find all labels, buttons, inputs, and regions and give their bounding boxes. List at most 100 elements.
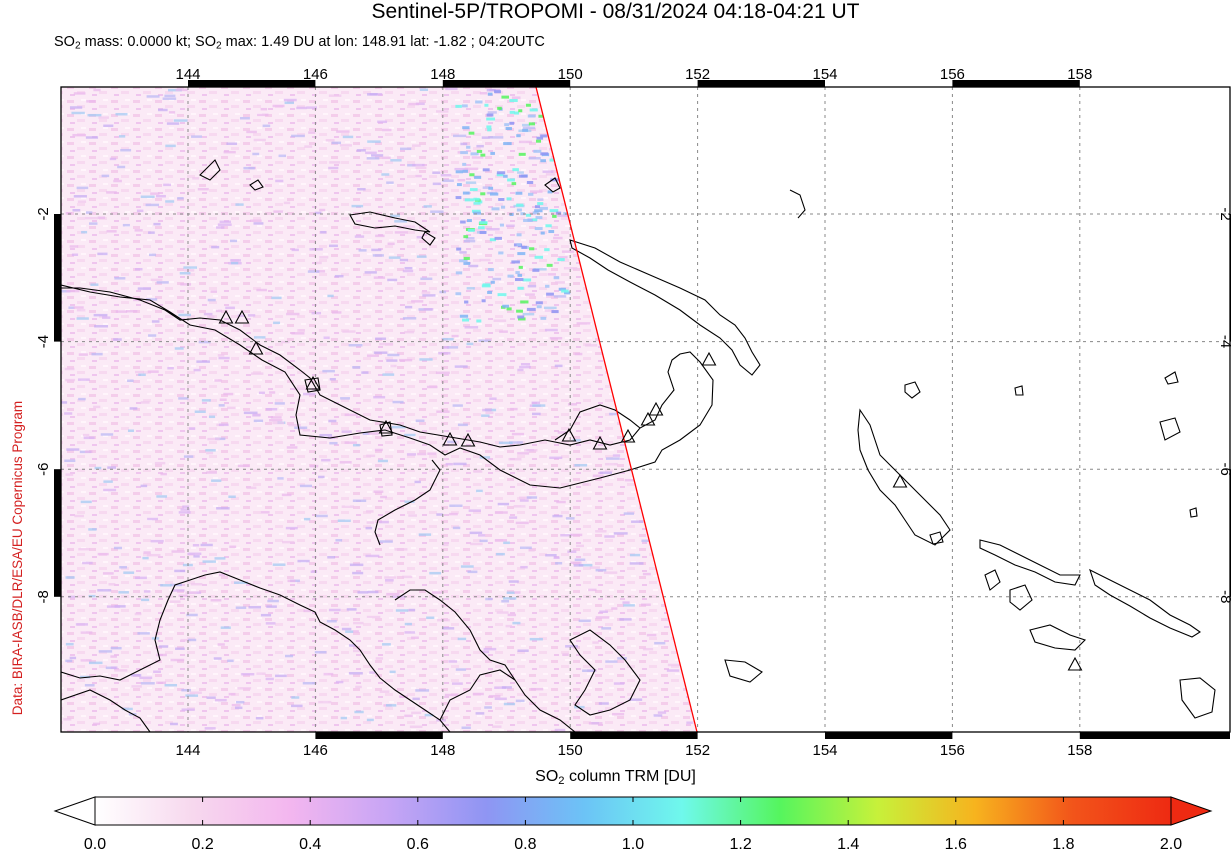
swath-pixel bbox=[619, 198, 631, 201]
swath-pixel bbox=[285, 526, 298, 530]
swath-pixel bbox=[625, 303, 639, 307]
swath-pixel bbox=[97, 252, 108, 256]
swath-pixel-high bbox=[478, 226, 485, 230]
swath-pixel bbox=[69, 245, 79, 248]
swath-pixel bbox=[515, 699, 525, 703]
swath-pixel bbox=[641, 539, 650, 543]
swath-area bbox=[61, 87, 697, 732]
swath-pixel bbox=[478, 534, 486, 537]
colorbar-tick-label: 1.0 bbox=[622, 836, 644, 853]
swath-pixel bbox=[207, 315, 215, 319]
swath-pixel bbox=[377, 459, 388, 463]
swath-pixel bbox=[531, 401, 541, 405]
swath-pixel bbox=[466, 342, 474, 346]
swath-pixel bbox=[149, 253, 156, 257]
swath-pixel bbox=[509, 516, 518, 519]
swath-pixel bbox=[331, 141, 342, 145]
swath-pixel bbox=[642, 572, 651, 576]
swath-pixel bbox=[65, 659, 73, 663]
swath-pixel-high bbox=[461, 104, 468, 108]
swath-pixel bbox=[236, 700, 245, 704]
swath-pixel bbox=[514, 591, 521, 594]
swath-pixel bbox=[85, 211, 93, 214]
swath-pixel bbox=[624, 384, 631, 387]
swath-pixel bbox=[592, 277, 604, 280]
swath-pixel bbox=[620, 398, 628, 401]
swath-pixel bbox=[66, 289, 80, 293]
swath-pixel bbox=[253, 336, 266, 339]
swath-pixel-high bbox=[506, 197, 512, 201]
swath-pixel bbox=[461, 726, 471, 729]
swath-pixel-high bbox=[473, 197, 480, 201]
swath-pixel bbox=[641, 603, 651, 606]
swath-pixel-high bbox=[535, 216, 543, 220]
swath-pixel bbox=[323, 672, 334, 676]
swath-pixel bbox=[630, 106, 640, 109]
swath-pixel bbox=[520, 363, 531, 366]
swath-pixel bbox=[206, 696, 216, 699]
swath-pixel bbox=[127, 429, 134, 432]
swath-pixel bbox=[190, 582, 203, 586]
swath-pixel-high bbox=[475, 100, 483, 104]
frame-bar-top bbox=[188, 80, 316, 87]
swath-pixel bbox=[696, 448, 697, 452]
swath-pixel bbox=[94, 325, 109, 328]
swath-pixel bbox=[554, 281, 565, 284]
swath-pixel-high bbox=[546, 111, 552, 115]
swath-pixel bbox=[574, 558, 586, 562]
swath-pixel bbox=[683, 271, 691, 274]
swath-pixel-high bbox=[462, 318, 470, 322]
swath-pixel bbox=[386, 181, 394, 184]
swath-pixel bbox=[229, 239, 238, 243]
swath-pixel-high bbox=[521, 245, 527, 249]
frame-bar-left bbox=[54, 469, 61, 597]
swath-pixel-high bbox=[557, 258, 565, 262]
swath-pixel bbox=[487, 111, 497, 114]
swath-pixel bbox=[582, 269, 591, 272]
swath-pixel bbox=[61, 401, 68, 404]
swath-pixel bbox=[352, 630, 359, 633]
swath-pixel bbox=[134, 370, 144, 374]
swath-pixel bbox=[351, 204, 364, 208]
swath-pixel bbox=[454, 365, 468, 368]
swath-pixel bbox=[665, 413, 676, 417]
swath-pixel bbox=[649, 486, 662, 489]
swath-pixel-high bbox=[529, 247, 535, 251]
swath-pixel bbox=[173, 119, 188, 122]
swath-pixel bbox=[517, 649, 529, 652]
swath-pixel bbox=[372, 254, 384, 257]
swath-pixel bbox=[344, 441, 357, 444]
swath-pixel bbox=[275, 179, 284, 183]
swath-pixel bbox=[404, 305, 413, 309]
island-atoll bbox=[1014, 385, 1024, 396]
swath-pixel bbox=[567, 403, 578, 406]
swath-pixel bbox=[484, 706, 492, 709]
swath-pixel-high bbox=[489, 192, 499, 196]
swath-pixel bbox=[381, 156, 391, 160]
swath-pixel bbox=[566, 175, 573, 178]
colorbar-high-arrow bbox=[1170, 796, 1213, 826]
swath-pixel bbox=[93, 88, 101, 92]
swath-pixel bbox=[379, 690, 390, 693]
swath-pixel bbox=[334, 274, 344, 278]
swath-pixel bbox=[271, 296, 282, 300]
swath-pixel bbox=[693, 568, 697, 571]
swath-pixel bbox=[676, 479, 686, 483]
swath-pixel bbox=[386, 592, 400, 596]
swath-pixel bbox=[415, 174, 422, 178]
swath-pixel bbox=[585, 344, 598, 347]
island-choiseul bbox=[979, 539, 1081, 586]
swath-pixel bbox=[140, 401, 150, 404]
swath-pixel bbox=[588, 588, 597, 592]
lat-tick-label-right: -8 bbox=[1217, 590, 1231, 603]
swath-pixel bbox=[402, 317, 417, 320]
swath-pixel-high bbox=[545, 224, 552, 228]
swath-pixel bbox=[518, 140, 532, 144]
swath-pixel bbox=[178, 511, 191, 514]
swath-pixel bbox=[355, 685, 362, 689]
swath-pixel bbox=[652, 347, 663, 350]
swath-pixel-high bbox=[503, 174, 508, 178]
swath-pixel bbox=[145, 203, 160, 207]
swath-pixel bbox=[674, 396, 684, 400]
swath-pixel bbox=[227, 406, 236, 410]
